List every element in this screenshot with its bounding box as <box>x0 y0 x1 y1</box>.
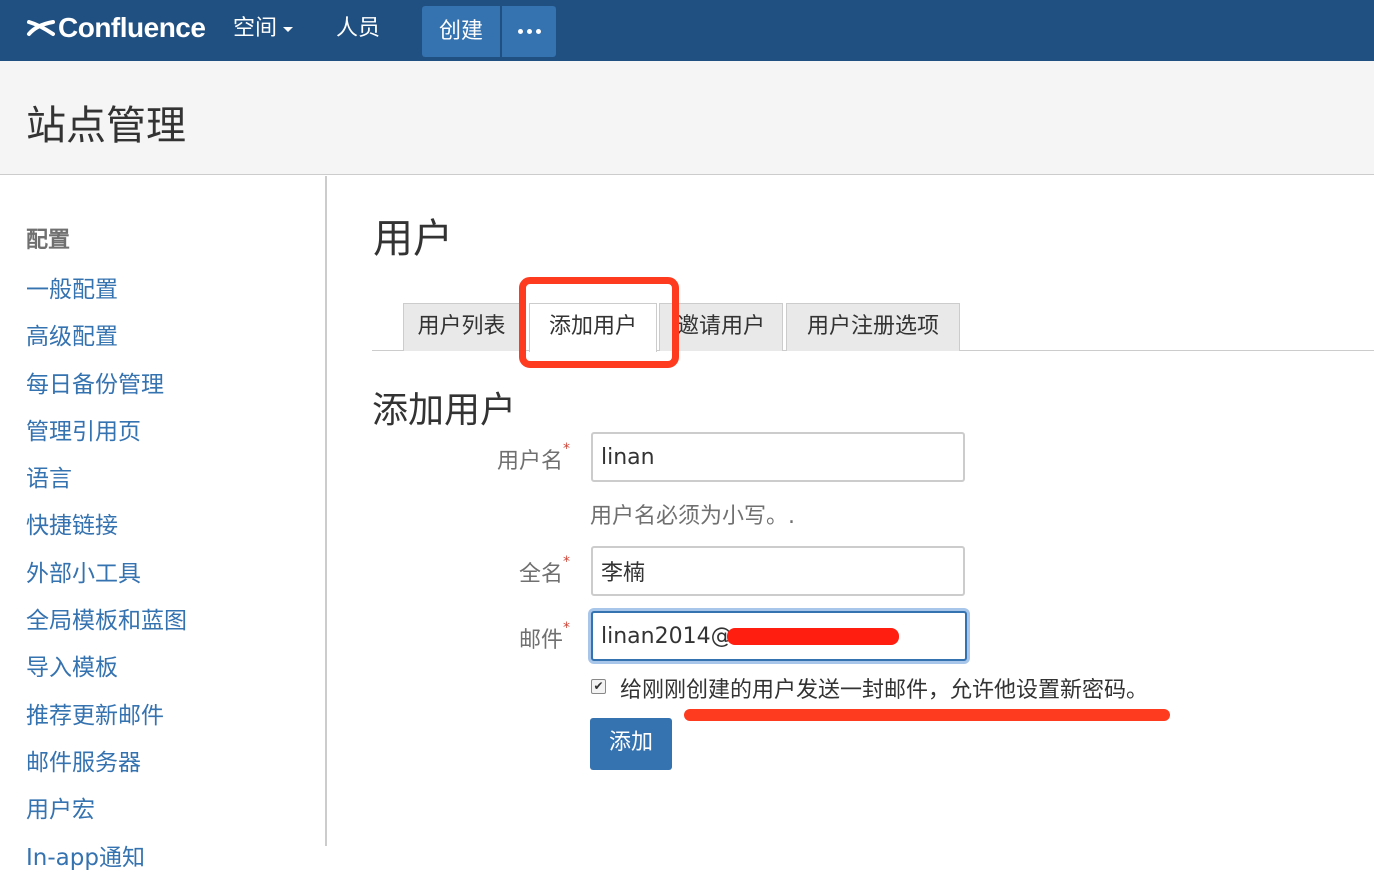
username-input[interactable] <box>591 432 965 482</box>
top-navigation-bar: Confluence 空间 人员 创建 <box>0 0 1374 61</box>
page-title: 用户 <box>373 216 453 262</box>
redaction-mark <box>727 628 899 645</box>
email-label: 邮件* <box>518 620 570 653</box>
ellipsis-icon <box>517 29 541 34</box>
username-label: 用户名* <box>496 441 570 474</box>
more-create-button[interactable] <box>502 6 556 57</box>
sidebar-item-language[interactable]: 语言 <box>26 459 187 506</box>
username-hint: 用户名必须为小写。. <box>590 504 795 529</box>
sidebar-item-recommended-updates[interactable]: 推荐更新邮件 <box>26 696 187 743</box>
confluence-logo-icon <box>27 20 55 36</box>
send-email-label[interactable]: 给刚刚创建的用户发送一封邮件，允许他设置新密码。 <box>620 672 1148 704</box>
required-marker: * <box>563 441 570 457</box>
admin-sidebar: 配置 一般配置 高级配置 每日备份管理 管理引用页 语言 快捷链接 外部小工具 … <box>0 176 327 871</box>
sidebar-item-in-app-notifications[interactable]: In-app通知 <box>26 838 187 885</box>
fullname-label: 全名* <box>518 554 570 587</box>
sidebar-nav-list: 一般配置 高级配置 每日备份管理 管理引用页 语言 快捷链接 外部小工具 全局模… <box>26 270 187 885</box>
sidebar-item-advanced[interactable]: 高级配置 <box>26 317 187 364</box>
tab-signup-options[interactable]: 用户注册选项 <box>786 303 960 351</box>
sidebar-item-shortcut-links[interactable]: 快捷链接 <box>26 506 187 553</box>
nav-spaces-label: 空间 <box>233 16 278 41</box>
required-marker: * <box>563 620 570 636</box>
logo-text: Confluence <box>58 12 206 43</box>
nav-spaces-menu[interactable]: 空间 <box>233 12 294 46</box>
fullname-input[interactable] <box>591 546 965 596</box>
add-user-section-title: 添加用户 <box>372 390 517 431</box>
create-button[interactable]: 创建 <box>422 6 500 57</box>
sidebar-item-mail-servers[interactable]: 邮件服务器 <box>26 743 187 790</box>
nav-people-link[interactable]: 人员 <box>336 12 380 46</box>
send-email-checkbox[interactable]: ✔ <box>591 679 606 694</box>
page-header: 站点管理 <box>0 61 1374 175</box>
sidebar-item-backup[interactable]: 每日备份管理 <box>26 365 187 412</box>
main-content: 用户 用户列表 添加用户 邀请用户 用户注册选项 添加用户 用户名* 用户名必须… <box>329 176 1374 846</box>
sidebar-item-global-templates[interactable]: 全局模板和蓝图 <box>26 601 187 648</box>
required-marker: * <box>563 554 570 570</box>
sidebar-item-import-templates[interactable]: 导入模板 <box>26 648 187 695</box>
sidebar-item-general[interactable]: 一般配置 <box>26 270 187 317</box>
sidebar-item-external-gadgets[interactable]: 外部小工具 <box>26 554 187 601</box>
annotation-highlight-box <box>519 277 679 368</box>
annotation-underline <box>684 709 1170 721</box>
site-admin-title: 站点管理 <box>26 103 186 149</box>
add-user-button[interactable]: 添加 <box>590 718 672 770</box>
sidebar-item-user-macros[interactable]: 用户宏 <box>26 790 187 837</box>
sidebar-heading: 配置 <box>26 228 71 253</box>
sidebar-item-referrers[interactable]: 管理引用页 <box>26 412 187 459</box>
checkmark-icon: ✔ <box>593 679 604 693</box>
chevron-down-icon <box>283 26 294 32</box>
confluence-logo[interactable]: Confluence <box>26 10 206 46</box>
tab-user-list[interactable]: 用户列表 <box>403 303 520 351</box>
